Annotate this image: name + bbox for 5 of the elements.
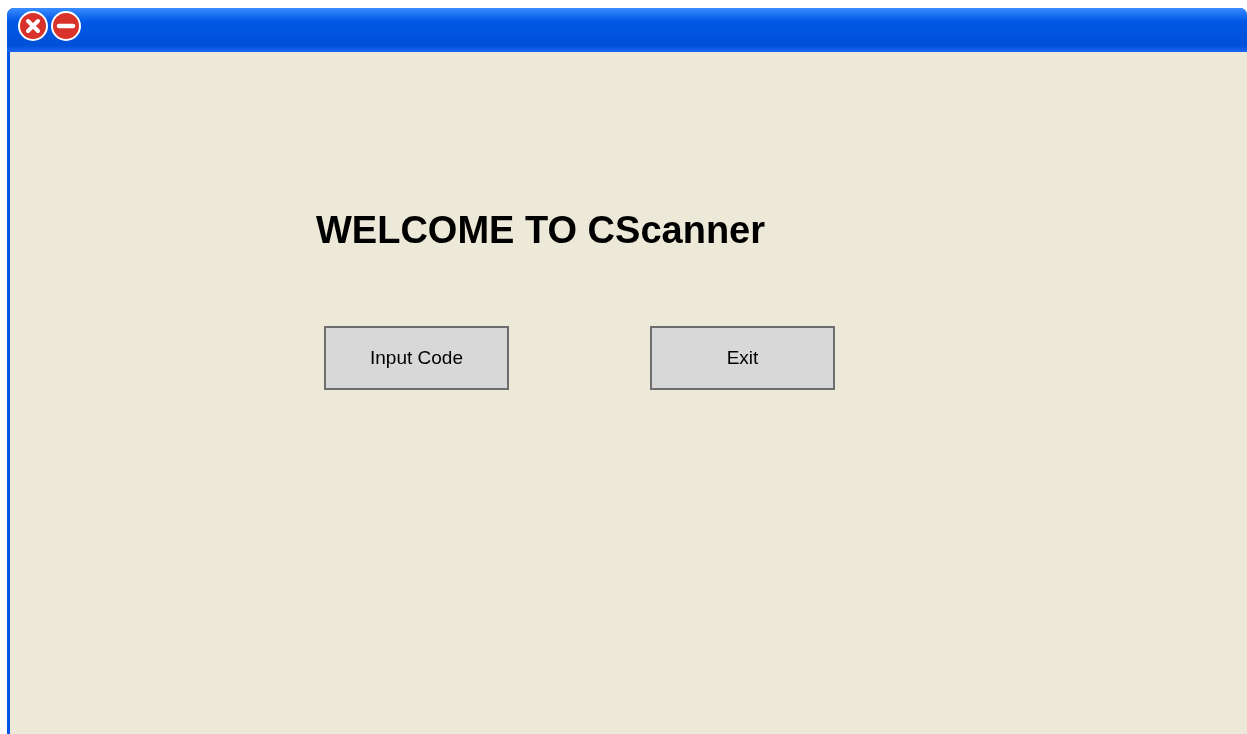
- welcome-heading: WELCOME TO CScanner: [316, 209, 766, 252]
- input-code-button[interactable]: Input Code: [324, 326, 509, 390]
- close-icon[interactable]: [18, 11, 48, 41]
- minimize-icon[interactable]: [51, 11, 81, 41]
- exit-button[interactable]: Exit: [650, 326, 835, 390]
